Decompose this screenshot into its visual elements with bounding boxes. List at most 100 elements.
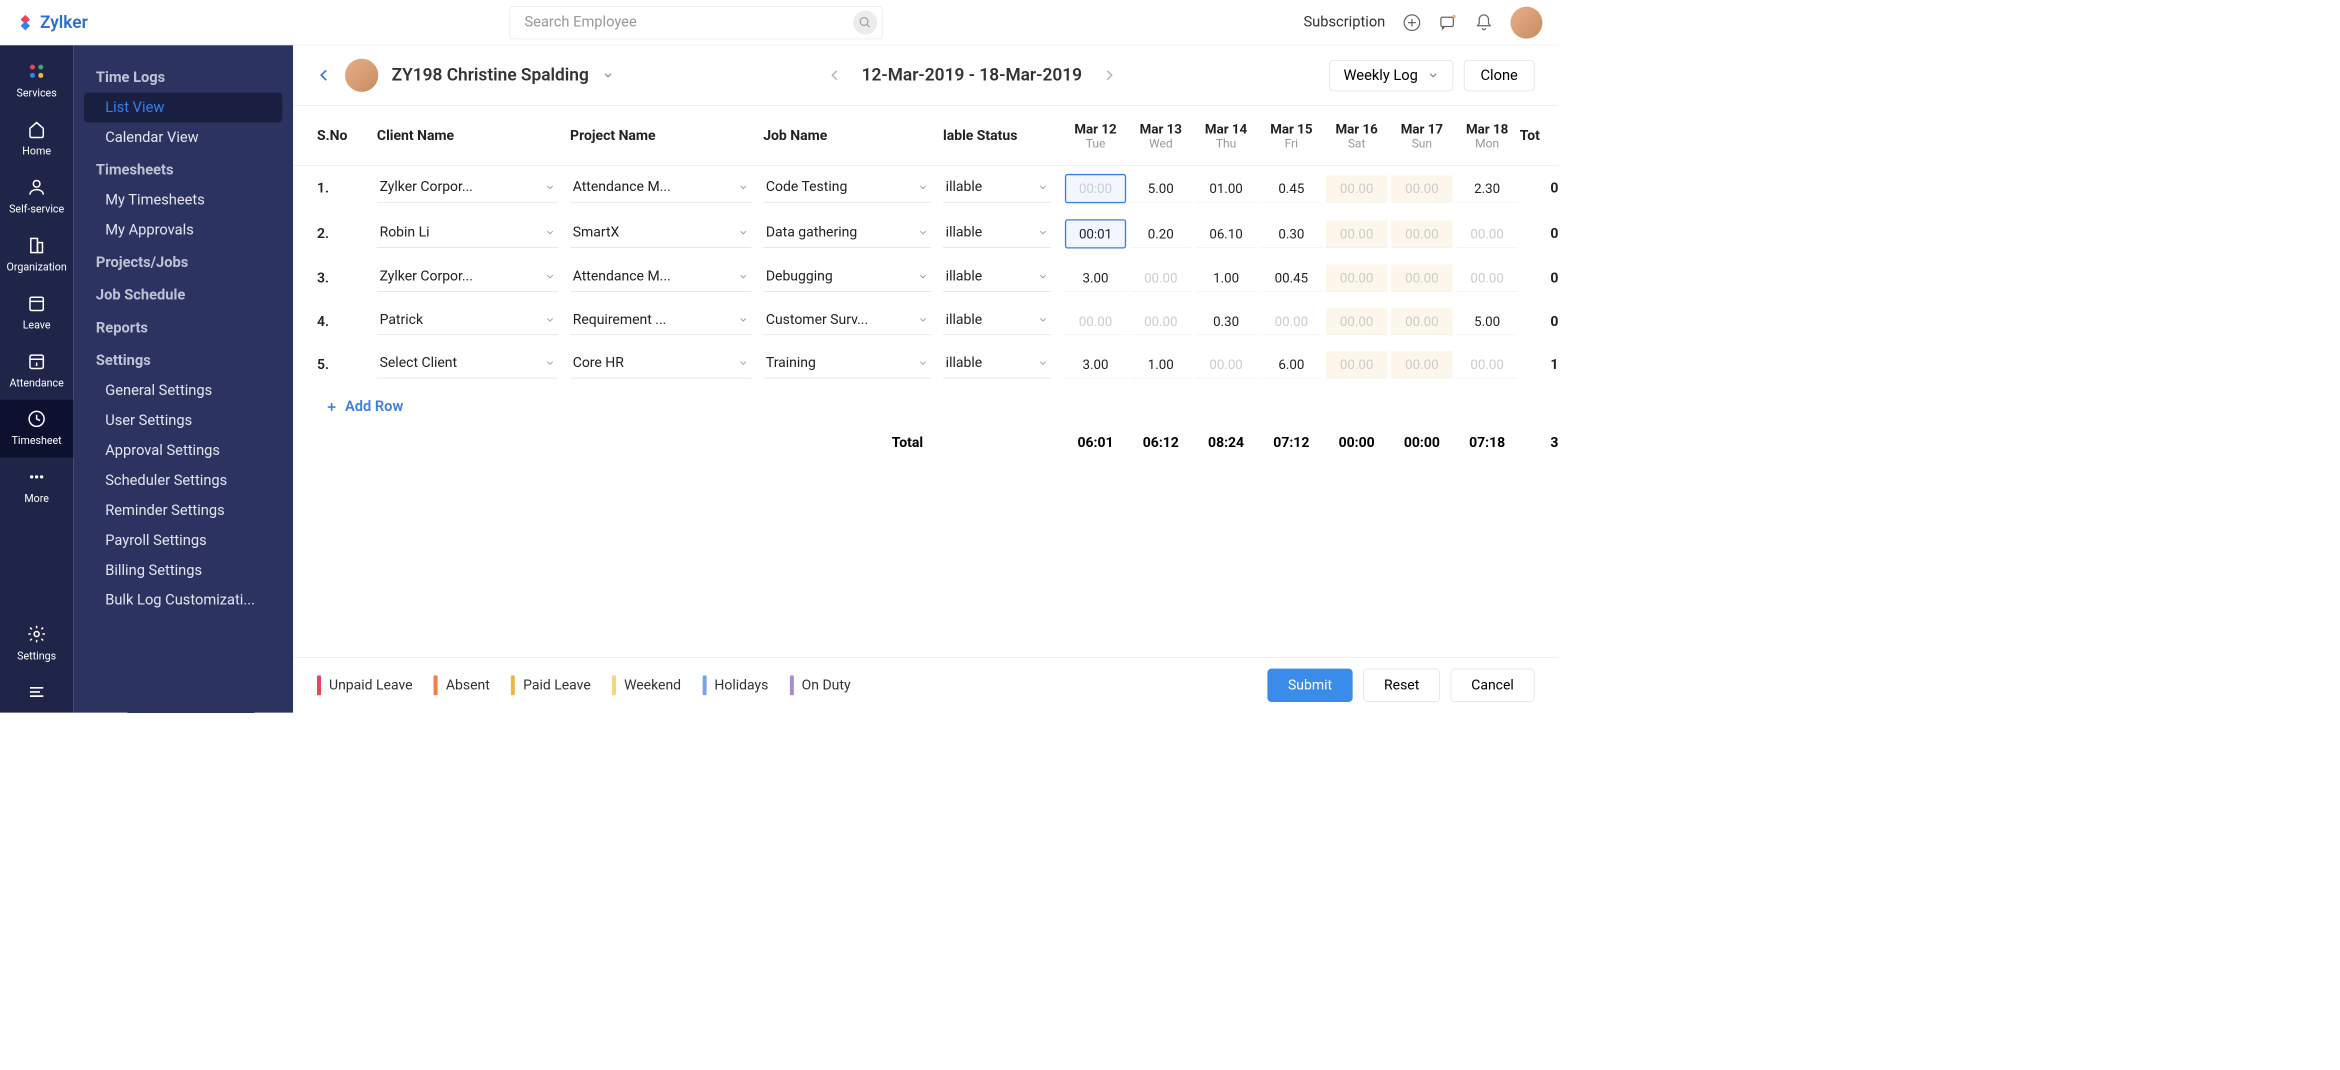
hour-cell[interactable]: 00.00: [1326, 220, 1387, 247]
hour-cell[interactable]: 00.00: [1326, 308, 1387, 335]
hour-cell[interactable]: 1.00: [1130, 351, 1191, 378]
hour-cell[interactable]: 00.00: [1391, 220, 1452, 247]
hour-cell[interactable]: 00:00: [1065, 174, 1126, 203]
view-dropdown[interactable]: Weekly Log: [1330, 60, 1454, 91]
sub-section-reports[interactable]: Reports: [73, 310, 293, 343]
sub-section-job-schedule[interactable]: Job Schedule: [73, 278, 293, 311]
sub-item-approval-settings[interactable]: Approval Settings: [73, 436, 293, 466]
iconbar-more[interactable]: More: [0, 458, 73, 516]
hour-cell[interactable]: 1.00: [1195, 264, 1256, 291]
hour-cell[interactable]: 00.00: [1391, 308, 1452, 335]
sub-item-bulk-log-customizati-[interactable]: Bulk Log Customizati...: [73, 585, 293, 615]
submit-button[interactable]: Submit: [1267, 669, 1352, 702]
hour-cell[interactable]: 00.00: [1391, 175, 1452, 202]
job-select[interactable]: Customer Surv...: [763, 308, 931, 335]
clone-button[interactable]: Clone: [1464, 60, 1535, 91]
cancel-button[interactable]: Cancel: [1451, 669, 1535, 702]
bell-icon[interactable]: [1475, 13, 1494, 32]
hour-cell[interactable]: 06.10: [1195, 220, 1256, 247]
reset-button[interactable]: Reset: [1363, 669, 1440, 702]
status-select[interactable]: illable: [943, 220, 1051, 247]
hour-cell[interactable]: 00.00: [1457, 264, 1518, 291]
project-select[interactable]: SmartX: [570, 220, 751, 247]
sub-item-my-timesheets[interactable]: My Timesheets: [73, 185, 293, 215]
job-select[interactable]: Data gathering: [763, 220, 931, 247]
hour-cell[interactable]: 2.30: [1457, 175, 1518, 202]
sub-section-timesheets[interactable]: Timesheets: [73, 153, 293, 186]
hour-cell[interactable]: 0.45: [1261, 175, 1322, 202]
iconbar-self-service[interactable]: Self-service: [0, 168, 73, 226]
project-select[interactable]: Attendance M...: [570, 264, 751, 291]
iconbar-timesheet[interactable]: Timesheet: [0, 400, 73, 458]
hour-cell[interactable]: 01.00: [1195, 175, 1256, 202]
status-select[interactable]: illable: [943, 308, 1051, 335]
project-select[interactable]: Core HR: [570, 351, 751, 378]
prev-week-icon[interactable]: [828, 69, 841, 82]
hour-cell[interactable]: 00:01: [1065, 219, 1126, 248]
client-select[interactable]: Zylker Corpor...: [377, 264, 558, 291]
hour-cell[interactable]: 00.00: [1130, 264, 1191, 291]
job-select[interactable]: Training: [763, 351, 931, 378]
client-select[interactable]: Patrick: [377, 308, 558, 335]
sub-section-projects-jobs[interactable]: Projects/Jobs: [73, 245, 293, 278]
status-select[interactable]: illable: [943, 264, 1051, 291]
sub-section-time-logs[interactable]: Time Logs: [73, 60, 293, 93]
iconbar-services[interactable]: Services: [0, 52, 73, 110]
sub-item-general-settings[interactable]: General Settings: [73, 376, 293, 406]
chat-sparkle-icon[interactable]: [1439, 13, 1458, 32]
sub-item-calendar-view[interactable]: Calendar View: [73, 123, 293, 153]
sub-item-user-settings[interactable]: User Settings: [73, 406, 293, 436]
status-select[interactable]: illable: [943, 351, 1051, 378]
hour-cell[interactable]: 0.30: [1261, 220, 1322, 247]
sub-section-settings[interactable]: Settings: [73, 343, 293, 376]
project-select[interactable]: Requirement ...: [570, 308, 751, 335]
hour-cell[interactable]: 00.00: [1195, 351, 1256, 378]
back-icon[interactable]: [317, 68, 332, 83]
sub-item-my-approvals[interactable]: My Approvals: [73, 215, 293, 245]
iconbar-collapse[interactable]: [0, 673, 73, 713]
hour-cell[interactable]: 0.20: [1130, 220, 1191, 247]
hour-cell[interactable]: 00.00: [1130, 308, 1191, 335]
sub-item-scheduler-settings[interactable]: Scheduler Settings: [73, 466, 293, 496]
search-button[interactable]: [853, 10, 877, 34]
iconbar-organization[interactable]: Organization: [0, 226, 73, 284]
hour-cell[interactable]: 00.00: [1326, 264, 1387, 291]
client-select[interactable]: Robin Li: [377, 220, 558, 247]
hour-cell[interactable]: 5.00: [1457, 308, 1518, 335]
search-input[interactable]: [509, 6, 882, 39]
hour-cell[interactable]: 00.00: [1261, 308, 1322, 335]
hour-cell[interactable]: 00.00: [1391, 351, 1452, 378]
next-week-icon[interactable]: [1102, 69, 1115, 82]
sub-item-payroll-settings[interactable]: Payroll Settings: [73, 525, 293, 555]
iconbar-attendance[interactable]: Attendance: [0, 342, 73, 400]
job-select[interactable]: Debugging: [763, 264, 931, 291]
add-row-button[interactable]: Add Row: [293, 386, 1558, 427]
sub-item-list-view[interactable]: List View: [84, 93, 282, 123]
hour-cell[interactable]: 5.00: [1130, 175, 1191, 202]
client-select[interactable]: Zylker Corpor...: [377, 175, 558, 202]
employee-dropdown-icon[interactable]: [602, 69, 614, 81]
hour-cell[interactable]: 00.00: [1065, 308, 1126, 335]
hour-cell[interactable]: 00.45: [1261, 264, 1322, 291]
hour-cell[interactable]: 0.30: [1195, 308, 1256, 335]
employee-avatar[interactable]: [345, 59, 378, 92]
user-avatar[interactable]: [1510, 6, 1542, 38]
sub-item-billing-settings[interactable]: Billing Settings: [73, 555, 293, 585]
hour-cell[interactable]: 00.00: [1457, 351, 1518, 378]
sub-item-reminder-settings[interactable]: Reminder Settings: [73, 496, 293, 526]
status-select[interactable]: illable: [943, 175, 1051, 202]
hour-cell[interactable]: 00.00: [1457, 220, 1518, 247]
hour-cell[interactable]: 00.00: [1326, 175, 1387, 202]
job-select[interactable]: Code Testing: [763, 175, 931, 202]
hour-cell[interactable]: 3.00: [1065, 351, 1126, 378]
brand-logo[interactable]: Zylker: [16, 12, 88, 32]
hour-cell[interactable]: 00.00: [1391, 264, 1452, 291]
hour-cell[interactable]: 00.00: [1326, 351, 1387, 378]
hour-cell[interactable]: 6.00: [1261, 351, 1322, 378]
hour-cell[interactable]: 3.00: [1065, 264, 1126, 291]
subscription-link[interactable]: Subscription: [1303, 14, 1385, 31]
iconbar-settings[interactable]: Settings: [0, 615, 73, 673]
iconbar-home[interactable]: Home: [0, 110, 73, 168]
client-select[interactable]: Select Client: [377, 351, 558, 378]
project-select[interactable]: Attendance M...: [570, 175, 751, 202]
